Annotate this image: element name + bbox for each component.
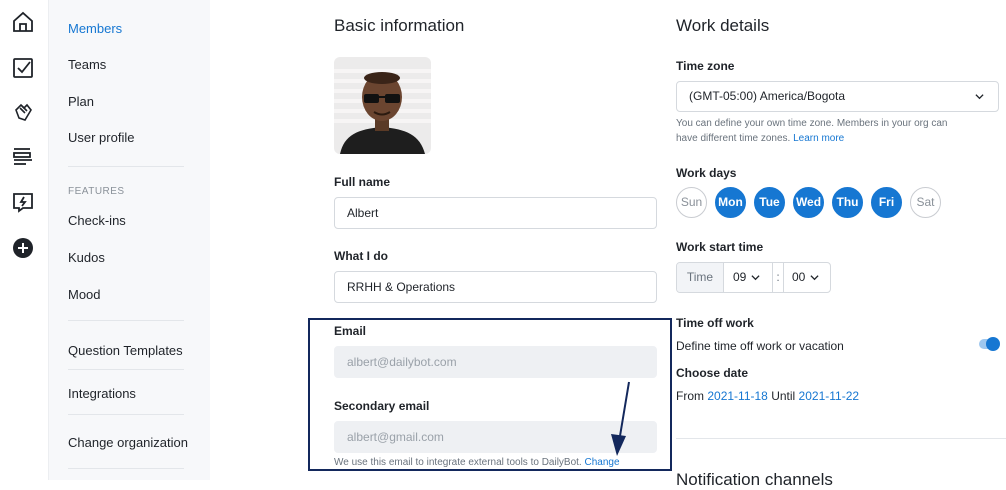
what-i-do-input[interactable]: RRHH & Operations (334, 271, 657, 303)
reports-icon[interactable] (11, 145, 35, 169)
day-thu[interactable]: Thu (832, 187, 863, 218)
day-sun[interactable]: Sun (676, 187, 707, 218)
sidebar-divider (68, 320, 184, 321)
sidebar-item-check-ins[interactable]: Check-ins (68, 213, 126, 228)
kudos-hands-icon[interactable] (11, 100, 35, 124)
work-start-time-picker: Time 09 : 00 (676, 262, 831, 293)
minute-select[interactable]: 00 (783, 263, 830, 292)
time-zone-help-line-2: have different time zones. Learn more (676, 131, 947, 146)
time-zone-help: You can define your own time zone. Membe… (676, 116, 947, 146)
from-date-link[interactable]: 2021-11-18 (707, 389, 768, 403)
chevron-down-icon (751, 275, 760, 281)
sidebar-item-kudos[interactable]: Kudos (68, 250, 105, 265)
choose-date-label: Choose date (676, 366, 749, 380)
day-fri[interactable]: Fri (871, 187, 902, 218)
from-word: From (676, 389, 704, 403)
full-name-label: Full name (334, 175, 391, 189)
time-off-work-label: Time off work (676, 316, 754, 330)
sidebar-item-teams[interactable]: Teams (68, 57, 106, 72)
sidebar-item-plan[interactable]: Plan (68, 94, 94, 109)
time-zone-select[interactable]: (GMT-05:00) America/Bogota (676, 81, 999, 112)
time-off-toggle[interactable] (979, 337, 1000, 351)
add-icon[interactable] (11, 236, 35, 260)
minute-value: 00 (792, 270, 806, 284)
full-name-input[interactable]: Albert (334, 197, 657, 229)
day-wed[interactable]: Wed (793, 187, 824, 218)
time-zone-help-text: have different time zones. (676, 133, 791, 144)
annotation-arrow (611, 381, 630, 456)
work-start-time-label: Work start time (676, 240, 764, 254)
learn-more-link[interactable]: Learn more (793, 133, 844, 144)
day-tue[interactable]: Tue (754, 187, 785, 218)
features-heading: FEATURES (68, 186, 125, 197)
icon-rail (0, 0, 49, 480)
home-icon[interactable] (11, 10, 35, 34)
notification-channels-title: Notification channels (676, 470, 833, 489)
basic-information-title: Basic information (334, 16, 465, 35)
forms-icon[interactable] (11, 190, 35, 214)
toggle-knob (986, 337, 1000, 351)
time-zone-label: Time zone (676, 59, 735, 73)
sidebar-divider (68, 468, 184, 469)
what-i-do-label: What I do (334, 249, 388, 263)
avatar[interactable] (334, 57, 431, 154)
until-date-link[interactable]: 2021-11-22 (799, 389, 860, 403)
hour-value: 09 (733, 270, 747, 284)
until-word: Until (771, 389, 796, 403)
chevron-down-icon (810, 275, 819, 281)
sidebar-item-change-organization[interactable]: Change organization (68, 435, 188, 450)
time-zone-help-line-1: You can define your own time zone. Membe… (676, 118, 948, 129)
sidebar-divider (68, 414, 184, 415)
work-details-title: Work details (676, 16, 770, 35)
sidebar-item-members[interactable]: Members (68, 21, 122, 36)
settings-sidebar: Members Teams Plan User profile FEATURES… (49, 0, 210, 480)
sidebar-item-question-templates[interactable]: Question Templates (68, 343, 183, 358)
work-days-label: Work days (676, 166, 737, 180)
sidebar-item-mood[interactable]: Mood (68, 287, 101, 302)
hour-select[interactable]: 09 (724, 263, 772, 292)
time-off-work-description: Define time off work or vacation (676, 339, 844, 353)
chevron-down-icon (975, 94, 984, 100)
day-mon[interactable]: Mon (715, 187, 746, 218)
sidebar-divider (68, 369, 184, 370)
day-sat[interactable]: Sat (910, 187, 941, 218)
checkin-icon[interactable] (11, 56, 35, 80)
sidebar-divider (68, 166, 184, 167)
sidebar-item-user-profile[interactable]: User profile (68, 130, 134, 145)
time-prefix: Time (677, 263, 724, 292)
section-divider (676, 438, 1006, 439)
date-range: From 2021-11-18 Until 2021-11-22 (676, 389, 859, 403)
time-zone-value: (GMT-05:00) America/Bogota (689, 89, 846, 103)
sidebar-item-integrations[interactable]: Integrations (68, 386, 136, 401)
